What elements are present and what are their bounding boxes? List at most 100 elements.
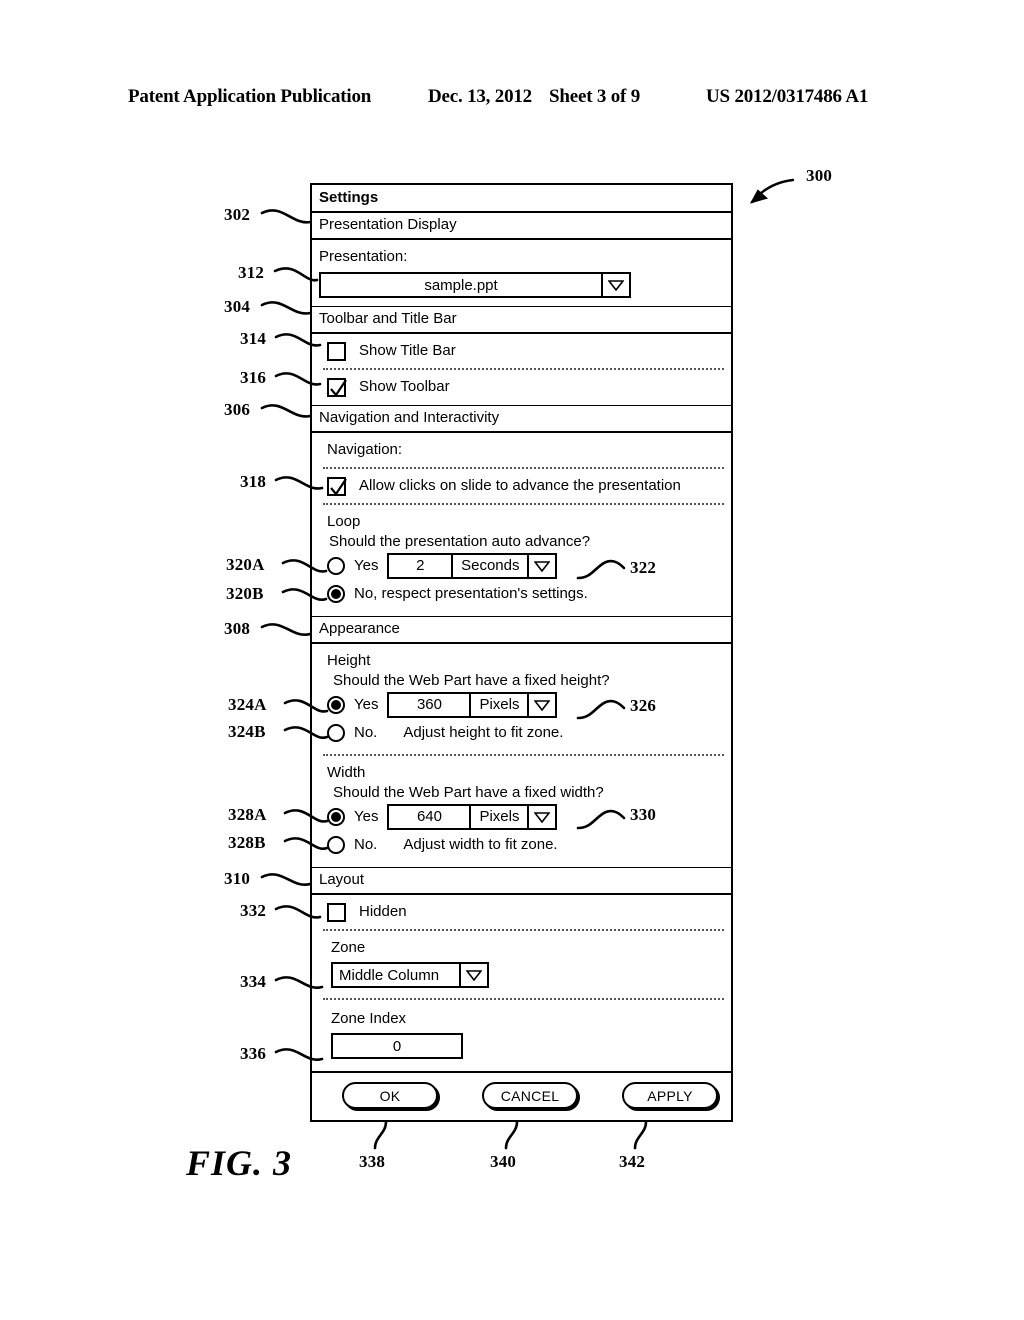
divider xyxy=(323,467,724,469)
width-yes-label: Yes xyxy=(354,808,379,825)
hidden-checkbox[interactable] xyxy=(327,902,346,922)
section-header-navigation-interactivity: Navigation and Interactivity xyxy=(312,405,731,433)
zone-index-input[interactable]: 0 xyxy=(331,1033,463,1059)
divider xyxy=(323,998,724,1000)
divider xyxy=(323,503,724,505)
height-no-radio[interactable] xyxy=(327,724,345,742)
height-yes-radio[interactable] xyxy=(327,696,345,714)
height-yes-label: Yes xyxy=(354,696,379,713)
show-title-bar-checkbox[interactable] xyxy=(327,341,346,361)
divider xyxy=(323,754,724,756)
publication-date: Dec. 13, 2012 xyxy=(428,86,532,107)
dialog-button-bar: OK CANCEL APPLY xyxy=(312,1071,731,1120)
loop-no-radio[interactable] xyxy=(327,585,345,603)
refnum-322: 322 xyxy=(630,558,657,577)
section-header-toolbar-title-bar: Toolbar and Title Bar xyxy=(312,306,731,334)
patent-number: US 2012/0317486 A1 xyxy=(706,86,869,107)
section-header-presentation-display: Presentation Display xyxy=(312,213,731,240)
presentation-dropdown-value: sample.ppt xyxy=(424,276,498,294)
refnum-330: 330 xyxy=(630,805,657,824)
width-value-combo[interactable]: 640 Pixels xyxy=(387,804,558,830)
refnum-332: 332 xyxy=(240,901,267,920)
show-title-bar-label: Show Title Bar xyxy=(359,342,456,359)
sheet-number: Sheet 3 of 9 xyxy=(549,86,641,107)
show-title-bar-row[interactable]: Show Title Bar xyxy=(319,341,724,361)
refnum-328B: 328B xyxy=(228,833,266,852)
allow-clicks-checkbox[interactable] xyxy=(327,476,347,496)
loop-interval-unit: Seconds xyxy=(451,555,527,577)
zone-label: Zone xyxy=(331,939,366,956)
refnum-314: 314 xyxy=(240,329,267,348)
show-toolbar-checkbox[interactable] xyxy=(327,377,347,397)
refnum-328A: 328A xyxy=(228,805,267,824)
patent-page-header: Patent Application Publication Dec. 13, … xyxy=(0,86,1024,112)
refnum-320B: 320B xyxy=(226,584,264,603)
height-no-row[interactable]: No. Adjust height to fit zone. xyxy=(319,719,724,747)
width-yes-row[interactable]: Yes 640 Pixels xyxy=(319,803,724,831)
loop-no-row[interactable]: No, respect presentation's settings. xyxy=(319,580,724,608)
allow-clicks-row[interactable]: Allow clicks on slide to advance the pre… xyxy=(319,476,724,496)
show-toolbar-row[interactable]: Show Toolbar xyxy=(319,377,724,397)
refnum-316: 316 xyxy=(240,368,267,387)
chevron-down-icon[interactable] xyxy=(601,274,629,296)
apply-button[interactable]: APPLY xyxy=(622,1082,718,1109)
section-header-layout: Layout xyxy=(312,867,731,895)
height-question: Should the Web Part have a fixed height? xyxy=(333,672,610,689)
height-value[interactable]: 360 xyxy=(389,694,469,716)
chevron-down-icon[interactable] xyxy=(527,694,555,716)
refnum-320A: 320A xyxy=(226,555,265,574)
refnum-302: 302 xyxy=(224,205,251,224)
section-body-toolbar-title-bar: Show Title Bar Show Toolbar xyxy=(312,334,731,405)
refnum-338: 338 xyxy=(359,1152,386,1171)
cancel-button[interactable]: CANCEL xyxy=(482,1082,578,1109)
presentation-dropdown[interactable]: sample.ppt xyxy=(319,272,631,298)
loop-yes-label: Yes xyxy=(354,557,379,574)
width-unit: Pixels xyxy=(469,806,527,828)
loop-question: Should the presentation auto advance? xyxy=(329,533,591,550)
chevron-down-icon[interactable] xyxy=(527,806,555,828)
zone-dropdown[interactable]: Middle Column xyxy=(331,962,489,988)
width-no-radio[interactable] xyxy=(327,836,345,854)
loop-interval-combo[interactable]: 2 Seconds xyxy=(387,553,558,579)
section-body-appearance: Height Should the Web Part have a fixed … xyxy=(312,644,731,867)
section-header-appearance: Appearance xyxy=(312,616,731,644)
refnum-336: 336 xyxy=(240,1044,267,1063)
height-no-text: Adjust height to fit zone. xyxy=(403,724,564,741)
width-no-row[interactable]: No. Adjust width to fit zone. xyxy=(319,831,724,859)
refnum-312: 312 xyxy=(238,263,265,282)
chevron-down-icon[interactable] xyxy=(527,555,555,577)
width-label: Width xyxy=(327,764,366,781)
width-value[interactable]: 640 xyxy=(389,806,469,828)
hidden-row[interactable]: Hidden xyxy=(319,902,724,922)
refnum-300: 300 xyxy=(806,166,833,185)
loop-yes-row[interactable]: Yes 2 Seconds xyxy=(319,552,724,580)
width-yes-radio[interactable] xyxy=(327,808,345,826)
refnum-324A: 324A xyxy=(228,695,267,714)
divider xyxy=(323,929,724,931)
publication-label: Patent Application Publication xyxy=(128,86,372,107)
dialog-title: Settings xyxy=(312,185,731,213)
settings-dialog: Settings Presentation Display Presentati… xyxy=(310,183,733,1122)
zone-dropdown-value: Middle Column xyxy=(339,966,440,984)
refnum-318: 318 xyxy=(240,472,267,491)
ok-button[interactable]: OK xyxy=(342,1082,438,1109)
loop-interval-value[interactable]: 2 xyxy=(389,555,451,577)
allow-clicks-label: Allow clicks on slide to advance the pre… xyxy=(359,477,681,494)
width-question: Should the Web Part have a fixed width? xyxy=(333,784,604,801)
section-body-navigation-interactivity: Navigation: Allow clicks on slide to adv… xyxy=(312,433,731,616)
refnum-306: 306 xyxy=(224,400,251,419)
presentation-field-label: Presentation: xyxy=(319,248,408,265)
chevron-down-icon[interactable] xyxy=(459,964,487,986)
loop-label: Loop xyxy=(327,513,361,530)
navigation-field-label: Navigation: xyxy=(327,441,403,458)
zone-index-label: Zone Index xyxy=(331,1010,407,1027)
show-toolbar-label: Show Toolbar xyxy=(359,378,450,395)
loop-yes-radio[interactable] xyxy=(327,557,345,575)
height-yes-row[interactable]: Yes 360 Pixels xyxy=(319,691,724,719)
figure-label: FIG. 3 xyxy=(186,1143,293,1183)
width-no-text: Adjust width to fit zone. xyxy=(403,836,558,853)
refnum-342: 342 xyxy=(619,1152,646,1171)
height-unit: Pixels xyxy=(469,694,527,716)
height-value-combo[interactable]: 360 Pixels xyxy=(387,692,558,718)
hidden-label: Hidden xyxy=(359,903,407,920)
